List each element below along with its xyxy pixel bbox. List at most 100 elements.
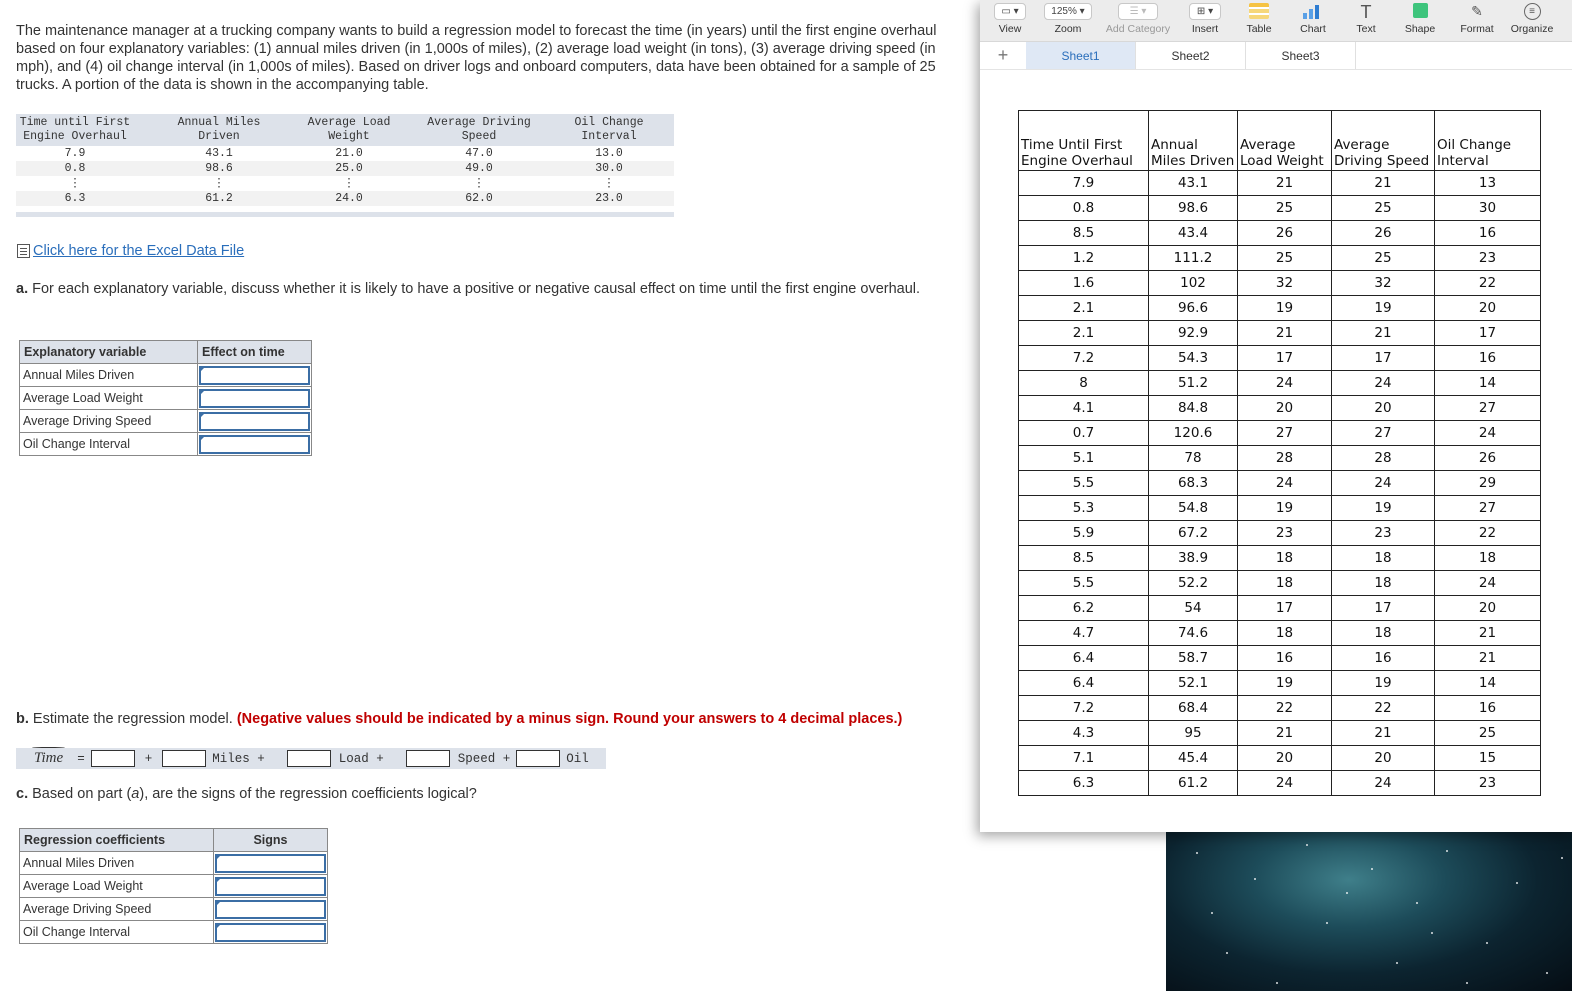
zoom-button[interactable]: 125% ▾ Zoom bbox=[1040, 0, 1096, 35]
sheet-cell[interactable]: 20 bbox=[1237, 395, 1332, 421]
sheet-cell[interactable]: 1.2 bbox=[1018, 245, 1149, 271]
sheet-cell[interactable]: 92.9 bbox=[1148, 320, 1238, 346]
signs-dropdown-speed[interactable] bbox=[213, 897, 328, 921]
sheet-cell[interactable]: 21 bbox=[1331, 320, 1435, 346]
sheet-cell[interactable]: 24 bbox=[1331, 470, 1435, 496]
sheet-cell[interactable]: 51.2 bbox=[1148, 370, 1238, 396]
miles-coef-input[interactable] bbox=[162, 750, 207, 767]
sheet-cell[interactable]: 23 bbox=[1237, 520, 1332, 546]
tab-sheet3[interactable]: Sheet3 bbox=[1246, 42, 1356, 69]
column-header-miles[interactable]: Annual Miles Driven bbox=[1148, 110, 1238, 171]
sheet-cell[interactable]: 2.1 bbox=[1018, 320, 1149, 346]
sheet-cell[interactable]: 7.2 bbox=[1018, 345, 1149, 371]
tab-sheet2[interactable]: Sheet2 bbox=[1136, 42, 1246, 69]
sheet-cell[interactable]: 6.3 bbox=[1018, 770, 1149, 796]
sheet-cell[interactable]: 14 bbox=[1434, 670, 1541, 696]
sheet-cell[interactable]: 61.2 bbox=[1148, 770, 1238, 796]
sheet-cell[interactable]: 45.4 bbox=[1148, 745, 1238, 771]
sheet-cell[interactable]: 28 bbox=[1237, 445, 1332, 471]
sheet-cell[interactable]: 24 bbox=[1434, 420, 1541, 446]
sheet-cell[interactable]: 19 bbox=[1331, 670, 1435, 696]
sheet-cell[interactable]: 32 bbox=[1237, 270, 1332, 296]
sheet-cell[interactable]: 120.6 bbox=[1148, 420, 1238, 446]
sheet-cell[interactable]: 29 bbox=[1434, 470, 1541, 496]
sheet-cell[interactable]: 43.4 bbox=[1148, 220, 1238, 246]
sheet-cell[interactable]: 19 bbox=[1331, 295, 1435, 321]
table-button[interactable]: Table bbox=[1230, 0, 1288, 35]
effect-dropdown-load[interactable] bbox=[197, 386, 312, 410]
effect-dropdown-speed[interactable] bbox=[197, 409, 312, 433]
sheet-cell[interactable]: 17 bbox=[1331, 595, 1435, 621]
sheet-cell[interactable]: 24 bbox=[1331, 770, 1435, 796]
sheet-cell[interactable]: 96.6 bbox=[1148, 295, 1238, 321]
sheet-cell[interactable]: 16 bbox=[1331, 645, 1435, 671]
sheet-cell[interactable]: 1.6 bbox=[1018, 270, 1149, 296]
sheet-cell[interactable]: 21 bbox=[1434, 620, 1541, 646]
sheet-cell[interactable]: 27 bbox=[1331, 420, 1435, 446]
sheet-cell[interactable]: 20 bbox=[1331, 745, 1435, 771]
excel-data-file-link[interactable]: Click here for the Excel Data File bbox=[17, 243, 244, 259]
sheet-cell[interactable]: 23 bbox=[1434, 245, 1541, 271]
sheet-cell[interactable]: 2.1 bbox=[1018, 295, 1149, 321]
sheet-cell[interactable]: 21 bbox=[1331, 720, 1435, 746]
sheet-cell[interactable]: 8 bbox=[1018, 370, 1149, 396]
signs-dropdown-miles[interactable] bbox=[213, 851, 328, 875]
sheet-cell[interactable]: 22 bbox=[1331, 695, 1435, 721]
sheet-cell[interactable]: 54.8 bbox=[1148, 495, 1238, 521]
sheet-cell[interactable]: 52.1 bbox=[1148, 670, 1238, 696]
chart-button[interactable]: Chart bbox=[1288, 0, 1338, 35]
sheet-cell[interactable]: 5.1 bbox=[1018, 445, 1149, 471]
zoom-select[interactable]: 125% ▾ bbox=[1044, 3, 1092, 20]
sheet-cell[interactable]: 74.6 bbox=[1148, 620, 1238, 646]
load-coef-input[interactable] bbox=[286, 750, 331, 767]
sheet-cell[interactable]: 6.2 bbox=[1018, 595, 1149, 621]
add-category-button[interactable]: ☰ ▾ Add Category bbox=[1096, 0, 1180, 35]
column-header-time[interactable]: Time Until First Engine Overhaul bbox=[1018, 110, 1149, 171]
organize-button[interactable]: ≡ Organize bbox=[1508, 0, 1556, 35]
add-sheet-button[interactable]: + bbox=[980, 42, 1026, 69]
sheet-cell[interactable]: 25 bbox=[1331, 245, 1435, 271]
sheet-cell[interactable]: 102 bbox=[1148, 270, 1238, 296]
intercept-input[interactable] bbox=[90, 750, 135, 767]
sheet-cell[interactable]: 13 bbox=[1434, 170, 1541, 196]
sheet-cell[interactable]: 18 bbox=[1237, 545, 1332, 571]
sheet-cell[interactable]: 20 bbox=[1434, 295, 1541, 321]
sheet-cell[interactable]: 22 bbox=[1434, 270, 1541, 296]
sheet-cell[interactable]: 27 bbox=[1237, 420, 1332, 446]
sheet-cell[interactable]: 18 bbox=[1434, 545, 1541, 571]
column-header-oil[interactable]: Oil Change Interval bbox=[1434, 110, 1541, 171]
sheet-cell[interactable]: 14 bbox=[1434, 370, 1541, 396]
column-header-speed[interactable]: Average Driving Speed bbox=[1331, 110, 1435, 171]
sheet-cell[interactable]: 0.7 bbox=[1018, 420, 1149, 446]
sheet-cell[interactable]: 16 bbox=[1434, 220, 1541, 246]
sheet-cell[interactable]: 95 bbox=[1148, 720, 1238, 746]
sheet-cell[interactable]: 52.2 bbox=[1148, 570, 1238, 596]
sheet-cell[interactable]: 111.2 bbox=[1148, 245, 1238, 271]
sheet-cell[interactable]: 8.5 bbox=[1018, 220, 1149, 246]
sheet-cell[interactable]: 17 bbox=[1237, 595, 1332, 621]
sheet-cell[interactable]: 27 bbox=[1434, 395, 1541, 421]
sheet-cell[interactable]: 5.5 bbox=[1018, 570, 1149, 596]
sheet-cell[interactable]: 22 bbox=[1237, 695, 1332, 721]
sheet-cell[interactable]: 7.2 bbox=[1018, 695, 1149, 721]
sheet-cell[interactable]: 20 bbox=[1237, 745, 1332, 771]
sheet-cell[interactable]: 21 bbox=[1237, 720, 1332, 746]
sheet-cell[interactable]: 25 bbox=[1331, 195, 1435, 221]
view-button[interactable]: ▭ ▾ View bbox=[980, 0, 1040, 35]
sheet-cell[interactable]: 78 bbox=[1148, 445, 1238, 471]
sheet-cell[interactable]: 28 bbox=[1331, 445, 1435, 471]
sheet-cell[interactable]: 25 bbox=[1237, 245, 1332, 271]
format-button[interactable]: ✎ Format bbox=[1446, 0, 1508, 35]
sheet-cell[interactable]: 19 bbox=[1237, 295, 1332, 321]
sheet-cell[interactable]: 26 bbox=[1237, 220, 1332, 246]
sheet-cell[interactable]: 19 bbox=[1237, 670, 1332, 696]
sheet-cell[interactable]: 19 bbox=[1331, 495, 1435, 521]
sheet-cell[interactable]: 23 bbox=[1434, 770, 1541, 796]
sheet-cell[interactable]: 24 bbox=[1237, 370, 1332, 396]
sheet-cell[interactable]: 5.9 bbox=[1018, 520, 1149, 546]
tab-sheet1[interactable]: Sheet1 bbox=[1026, 42, 1136, 69]
sheet-cell[interactable]: 18 bbox=[1331, 570, 1435, 596]
sheet-cell[interactable]: 26 bbox=[1331, 220, 1435, 246]
oil-coef-input[interactable] bbox=[516, 750, 561, 767]
sheet-cell[interactable]: 20 bbox=[1331, 395, 1435, 421]
